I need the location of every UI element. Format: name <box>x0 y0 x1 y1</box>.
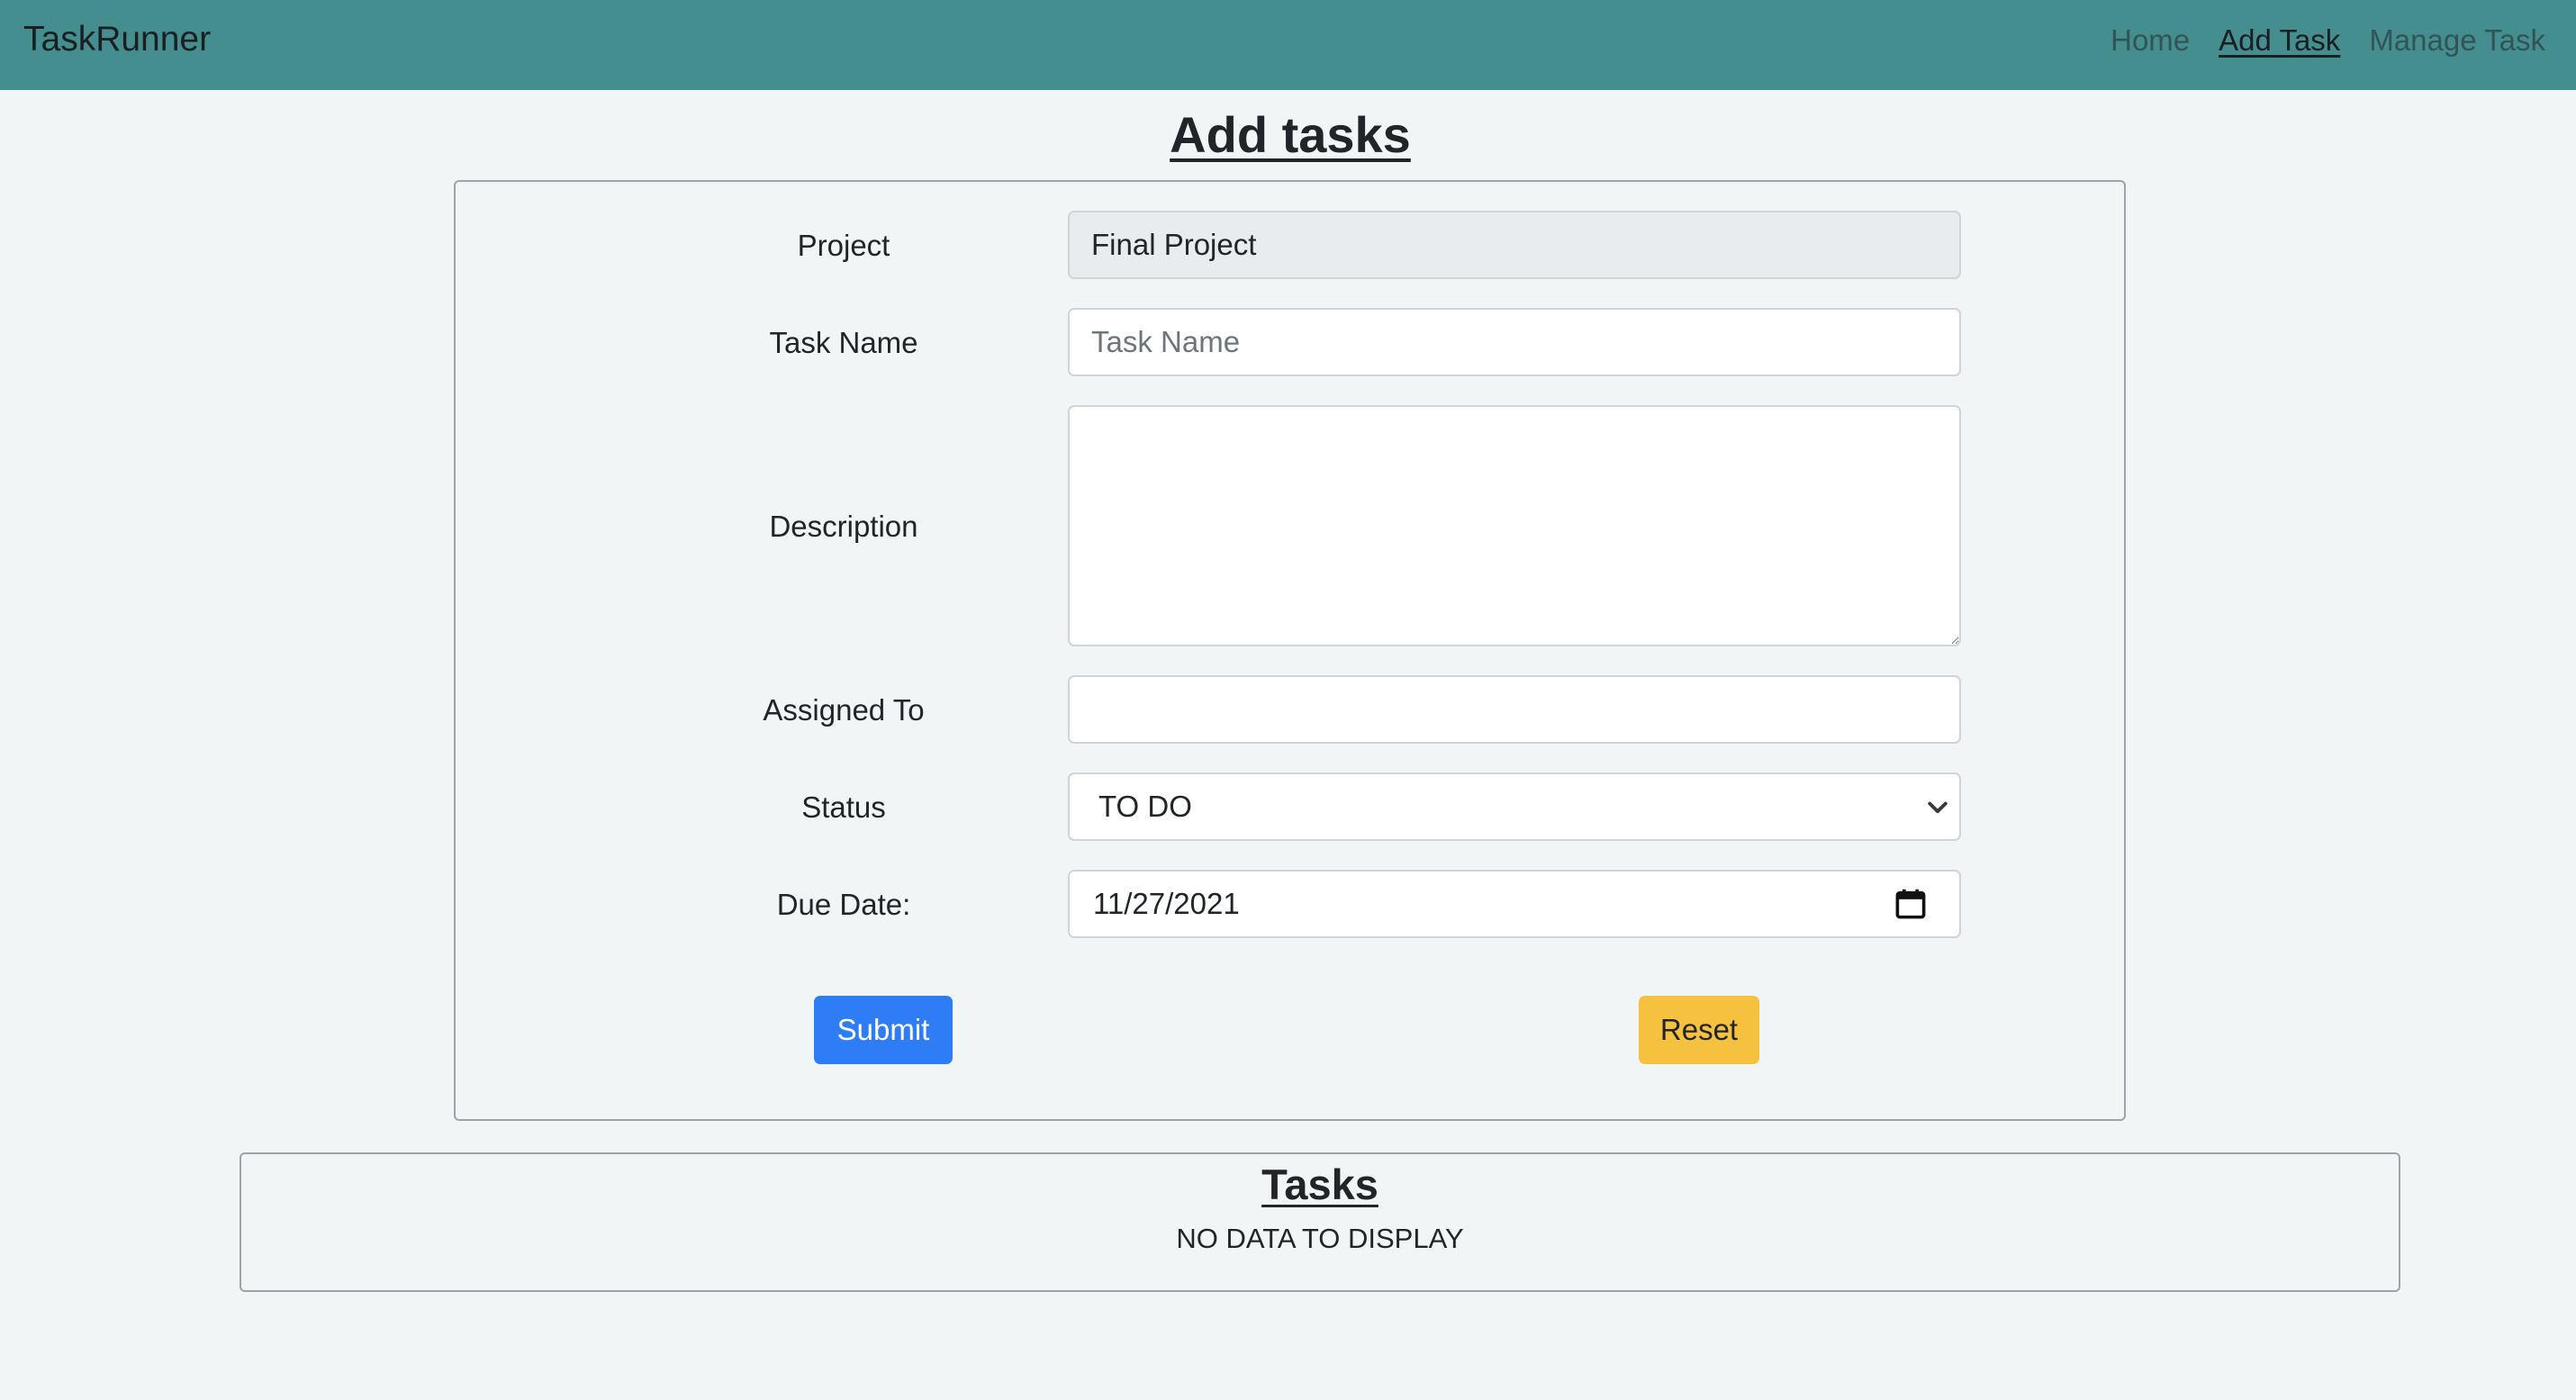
description-textarea[interactable] <box>1068 405 1961 646</box>
nav-link-home[interactable]: Home <box>2111 20 2190 61</box>
status-select[interactable]: TO DO <box>1068 772 1961 841</box>
page-title: Add tasks <box>1170 106 1411 163</box>
status-label: Status <box>801 790 886 824</box>
chevron-down-icon <box>1928 801 1948 814</box>
reset-button[interactable]: Reset <box>1639 996 1759 1064</box>
task-name-label: Task Name <box>769 326 918 359</box>
due-date-input[interactable]: 11/27/2021 <box>1068 870 1961 938</box>
top-navbar: TaskRunner Home Add Task Manage Task <box>0 0 2576 90</box>
due-date-label: Due Date: <box>776 888 911 921</box>
assigned-to-label: Assigned To <box>763 693 925 727</box>
nav-link-manage-task[interactable]: Manage Task <box>2369 20 2545 61</box>
submit-button[interactable]: Submit <box>814 996 953 1064</box>
tasks-card: Tasks NO DATA TO DISPLAY <box>240 1152 2400 1292</box>
nav-link-add-task[interactable]: Add Task <box>2219 20 2340 61</box>
description-label: Description <box>769 510 918 543</box>
tasks-empty-message: NO DATA TO DISPLAY <box>1176 1223 1464 1254</box>
calendar-icon[interactable] <box>1894 888 1927 920</box>
assigned-to-input[interactable] <box>1068 675 1961 744</box>
tasks-title: Tasks <box>1261 1161 1378 1208</box>
project-label: Project <box>797 229 890 262</box>
project-field <box>1068 211 1961 279</box>
due-date-value: 11/27/2021 <box>1093 887 1240 920</box>
status-selected-value: TO DO <box>1098 790 1192 823</box>
nav-links: Home Add Task Manage Task <box>2111 20 2545 61</box>
task-name-input[interactable] <box>1068 308 1961 376</box>
brand-logo[interactable]: TaskRunner <box>23 18 211 61</box>
